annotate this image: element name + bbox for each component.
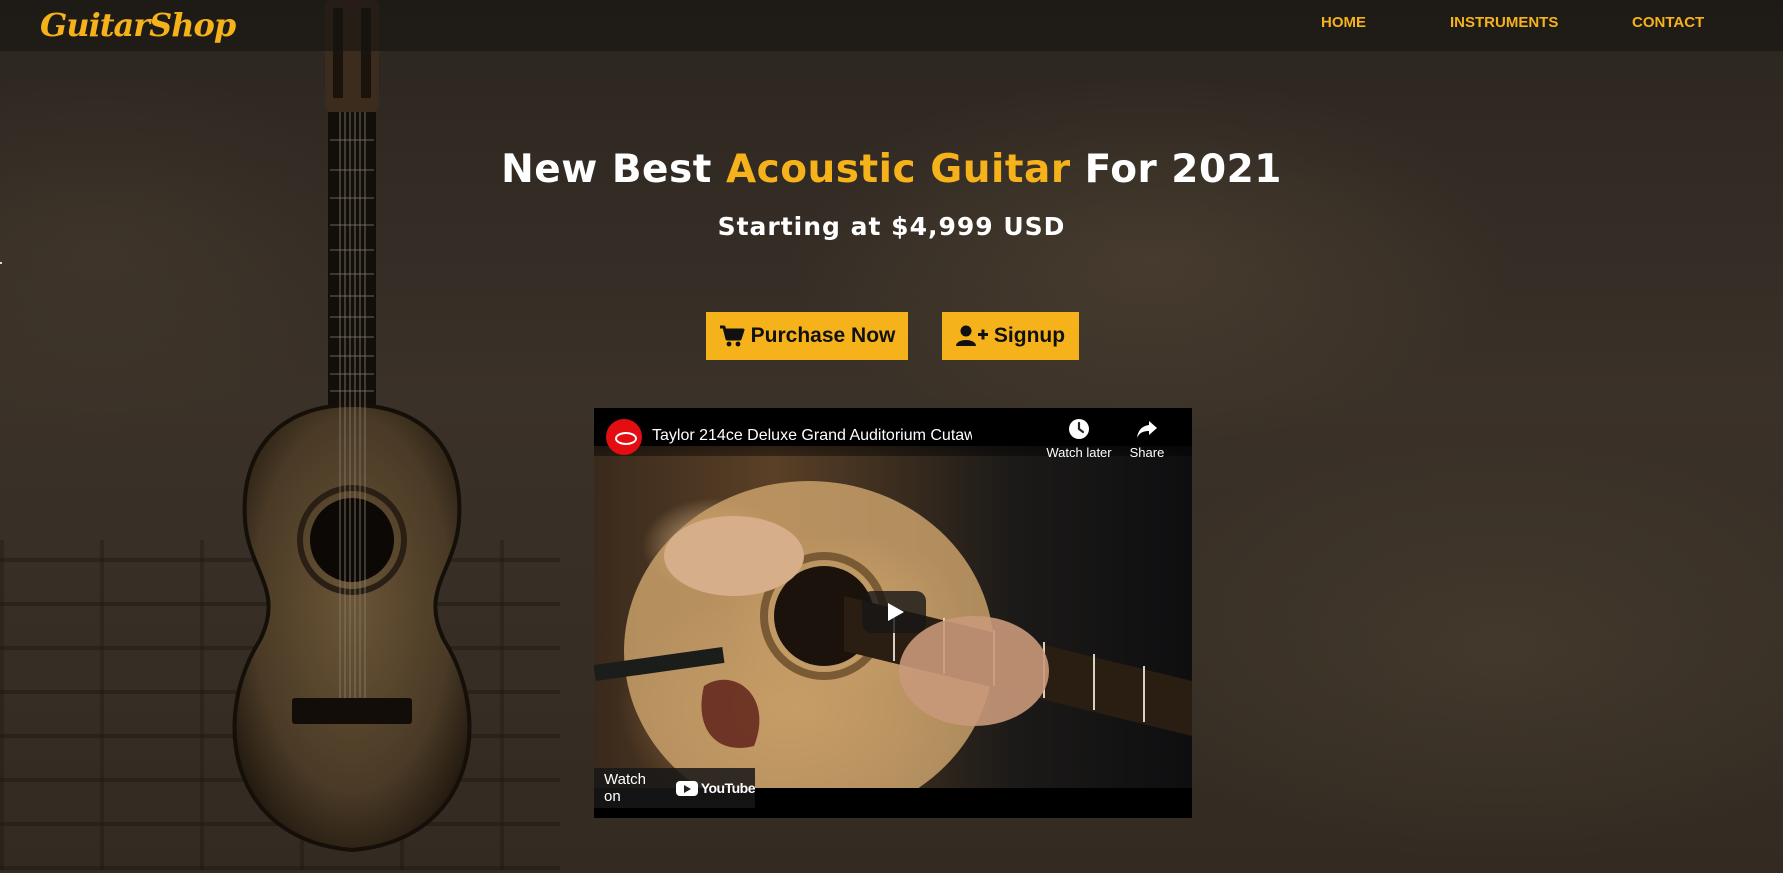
watch-on-label: Watch on xyxy=(604,771,646,805)
clock-icon xyxy=(1069,419,1089,439)
watch-on-youtube-link[interactable]: Watch on YouTube xyxy=(594,768,756,808)
video-title[interactable]: Taylor 214ce Deluxe Grand Auditorium Cut… xyxy=(652,427,972,445)
hero-subheadline: Starting at $4,999 USD xyxy=(717,212,1066,241)
youtube-play-icon xyxy=(675,780,698,796)
video-embed[interactable]: Taylor 214ce Deluxe Grand Auditorium Cut… xyxy=(594,408,1192,818)
play-button[interactable] xyxy=(862,591,926,633)
youtube-wordmark: YouTube xyxy=(700,780,756,796)
share-button[interactable]: Share xyxy=(1122,418,1172,460)
headline-post: For 2021 xyxy=(1070,147,1282,192)
cursor-mark xyxy=(0,262,2,264)
watch-later-button[interactable]: Watch later xyxy=(1039,418,1119,460)
signup-label: Signup xyxy=(993,324,1066,347)
nav-instruments-link[interactable]: INSTRUMENTS xyxy=(1450,14,1558,31)
signup-button[interactable]: Signup xyxy=(942,312,1079,360)
navbar: GuitarShop HOME INSTRUMENTS CONTACT xyxy=(0,0,1783,51)
user-plus-icon xyxy=(955,325,988,346)
channel-avatar[interactable] xyxy=(606,419,642,455)
share-icon xyxy=(1137,421,1157,438)
purchase-now-button[interactable]: Purchase Now xyxy=(706,312,908,360)
headline-accent: Acoustic Guitar xyxy=(725,147,1071,192)
cart-icon xyxy=(719,325,745,347)
share-label: Share xyxy=(1129,445,1165,460)
nav-home-link[interactable]: HOME xyxy=(1321,14,1366,31)
youtube-logo: YouTube xyxy=(675,780,756,796)
hero-section: GuitarShop HOME INSTRUMENTS CONTACT New … xyxy=(0,0,1783,873)
headline-pre: New Best xyxy=(501,147,726,192)
hero-headline: New Best Acoustic Guitar For 2021 xyxy=(0,147,1783,192)
purchase-now-label: Purchase Now xyxy=(750,324,896,347)
nav-contact-link[interactable]: CONTACT xyxy=(1632,14,1704,31)
watch-later-label: Watch later xyxy=(1046,445,1112,460)
brand-logo[interactable]: GuitarShop xyxy=(40,6,236,44)
guitar-background-image xyxy=(232,0,472,853)
